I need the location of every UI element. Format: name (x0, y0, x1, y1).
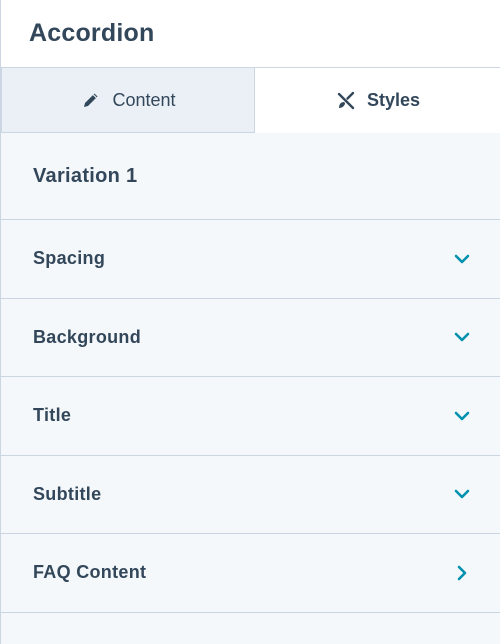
chevron-down-icon (454, 486, 470, 502)
section-spacing[interactable]: Spacing (1, 220, 500, 299)
panel-header: Accordion (1, 0, 500, 67)
style-panel: Accordion Content Styles Variation 1 Spa… (0, 0, 500, 644)
section-label: Title (33, 405, 72, 426)
chevron-down-icon (454, 408, 470, 424)
tab-bar: Content Styles (1, 67, 500, 133)
variation-title: Variation 1 (33, 165, 138, 187)
section-subtitle[interactable]: Subtitle (1, 456, 500, 534)
panel-title: Accordion (29, 19, 155, 47)
chevron-right-icon (454, 565, 470, 581)
tab-content-label: Content (112, 89, 176, 110)
tab-content[interactable]: Content (1, 68, 255, 133)
section-faq-content[interactable]: FAQ Content (1, 534, 500, 613)
tab-styles[interactable]: Styles (255, 68, 500, 133)
section-label: Subtitle (33, 483, 102, 504)
section-label: Spacing (33, 248, 106, 269)
chevron-down-icon (454, 251, 470, 267)
panel-body: Variation 1 Spacing Background Title Sub… (1, 133, 500, 613)
section-title[interactable]: Title (1, 377, 500, 456)
variation-heading: Variation 1 (1, 133, 500, 220)
brush-icon (335, 90, 357, 112)
tab-styles-label: Styles (366, 90, 421, 110)
section-label: FAQ Content (33, 562, 147, 583)
chevron-down-icon (454, 329, 470, 345)
section-label: Background (33, 326, 142, 347)
section-background[interactable]: Background (1, 299, 500, 377)
pencil-icon (80, 89, 102, 111)
